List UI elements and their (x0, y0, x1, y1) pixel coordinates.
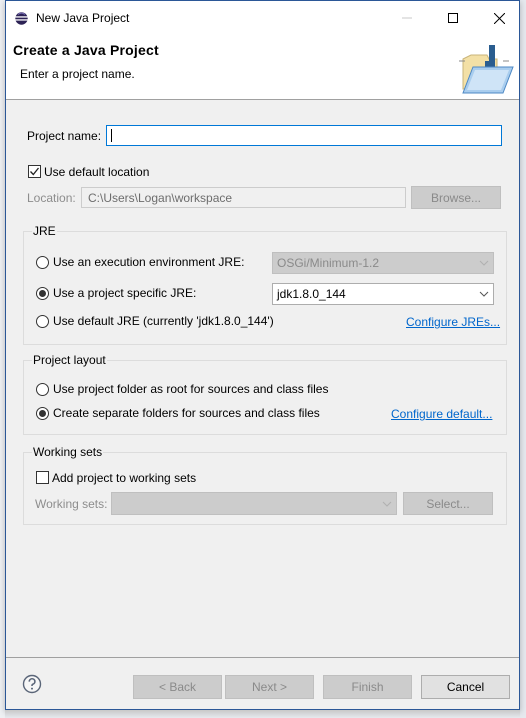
select-working-sets-button[interactable]: Select... (403, 492, 493, 515)
jre-group-title: JRE (32, 224, 57, 238)
execution-environment-value: OSGi/Minimum-1.2 (277, 256, 380, 270)
separate-folders-label: Create separate folders for sources and … (53, 406, 320, 420)
window-title: New Java Project (36, 11, 130, 25)
working-sets-combo[interactable] (111, 492, 397, 515)
back-button[interactable]: < Back (133, 675, 222, 699)
configure-default-link[interactable]: Configure default... (391, 407, 492, 421)
use-default-location-checkbox[interactable] (28, 165, 41, 178)
project-specific-jre-value: jdk1.8.0_144 (277, 287, 346, 301)
project-name-input[interactable] (106, 125, 502, 146)
working-sets-group-title: Working sets (32, 445, 104, 459)
wizard-header: Create a Java Project Enter a project na… (6, 35, 519, 100)
execution-environment-radio[interactable] (36, 256, 49, 269)
location-label: Location: (27, 191, 76, 205)
footer-separator (6, 657, 519, 658)
project-specific-jre-label: Use a project specific JRE: (53, 286, 197, 300)
close-icon (493, 12, 505, 24)
project-layout-group: Project layout (23, 353, 507, 435)
project-layout-group-title: Project layout (32, 353, 107, 367)
execution-environment-combo[interactable]: OSGi/Minimum-1.2 (272, 252, 494, 274)
new-java-project-dialog: New Java Project Create a Java Project E… (5, 0, 520, 710)
add-to-working-sets-checkbox[interactable] (36, 471, 49, 484)
project-specific-jre-radio[interactable] (36, 287, 49, 300)
minimize-button[interactable] (384, 1, 430, 35)
java-project-folder-icon (459, 45, 514, 94)
location-value: C:\Users\Logan\workspace (88, 191, 233, 205)
execution-environment-label: Use an execution environment JRE: (53, 255, 245, 269)
working-sets-label: Working sets: (35, 497, 108, 511)
chevron-down-icon (479, 291, 489, 297)
project-name-label: Project name: (27, 129, 102, 143)
help-icon[interactable] (22, 674, 42, 694)
finish-button[interactable]: Finish (323, 675, 412, 699)
chevron-down-icon (382, 501, 392, 507)
separate-folders-radio[interactable] (36, 407, 49, 420)
chevron-down-icon (479, 260, 489, 266)
project-specific-jre-combo[interactable]: jdk1.8.0_144 (272, 283, 494, 305)
next-button[interactable]: Next > (225, 675, 314, 699)
browse-button[interactable]: Browse... (411, 186, 501, 209)
default-jre-label: Use default JRE (currently 'jdk1.8.0_144… (53, 314, 274, 328)
location-input[interactable]: C:\Users\Logan\workspace (81, 187, 406, 208)
maximize-button[interactable] (430, 1, 476, 35)
use-default-location-label: Use default location (44, 165, 150, 179)
minimize-icon (402, 17, 412, 19)
text-caret (111, 129, 112, 143)
checkmark-icon (30, 167, 40, 176)
page-title: Create a Java Project (13, 42, 159, 58)
eclipse-icon (15, 12, 28, 25)
window-shadow (5, 710, 520, 718)
maximize-icon (448, 13, 458, 23)
close-button[interactable] (476, 1, 522, 35)
configure-jres-link[interactable]: Configure JREs... (406, 315, 500, 329)
title-bar: New Java Project (6, 1, 519, 35)
default-jre-radio[interactable] (36, 315, 49, 328)
add-to-working-sets-label: Add project to working sets (52, 471, 197, 485)
project-folder-root-radio[interactable] (36, 383, 49, 396)
project-folder-root-label: Use project folder as root for sources a… (53, 382, 329, 396)
cancel-button[interactable]: Cancel (421, 675, 510, 699)
page-description: Enter a project name. (20, 67, 135, 81)
